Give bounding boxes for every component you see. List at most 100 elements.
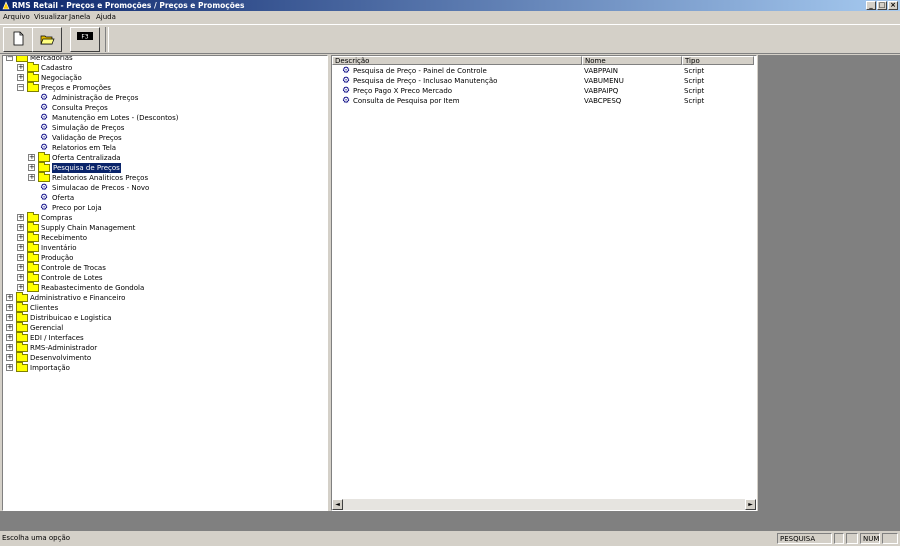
tree-item[interactable]: − Mercadorias (3, 56, 323, 63)
tree-item-label: Oferta (52, 194, 75, 202)
script-icon: ⚙ (342, 76, 351, 86)
collapse-icon[interactable]: − (17, 84, 24, 91)
column-header-nome[interactable]: Nome (582, 56, 682, 65)
f3-button[interactable]: F3 (70, 27, 100, 52)
toolbar: F3 (0, 24, 900, 54)
tree-item[interactable]: + Pesquisa de Preços (3, 162, 323, 173)
folder-icon (27, 242, 39, 252)
tree-item[interactable]: + Reabastecimento de Gondola (3, 282, 323, 293)
list-row[interactable]: ⚙ Preço Pago X Preco Mercado VABPAIPQ Scrip… (332, 86, 752, 96)
program-icon: ⚙ (39, 93, 49, 103)
expand-icon[interactable]: + (6, 314, 13, 321)
tree-item[interactable]: + Gerencial (3, 322, 323, 333)
column-header-tipo[interactable]: Tipo (682, 56, 754, 65)
expand-icon[interactable]: + (17, 234, 24, 241)
tree-item[interactable]: + Compras (3, 212, 323, 223)
scroll-right-button[interactable]: ► (745, 499, 756, 510)
tree-item[interactable]: + Oferta Centralizada (3, 152, 323, 163)
app-icon (2, 1, 10, 10)
status-panel-empty-3 (882, 533, 898, 544)
tree-item[interactable]: ⚙ Relatorios em Tela (3, 143, 323, 153)
tree-item[interactable]: ⚙ Oferta (3, 193, 323, 203)
tree-item[interactable]: ⚙ Administração de Preços (3, 93, 323, 103)
minimize-button[interactable]: _ (866, 1, 876, 10)
expand-icon[interactable]: + (17, 214, 24, 221)
navigation-tree[interactable]: − Mercadorias + Cadastro + Negociação − Preços … (2, 55, 328, 511)
expand-icon[interactable]: + (6, 334, 13, 341)
menu-visualizar[interactable]: Visualizar (34, 11, 68, 23)
expand-icon[interactable]: + (17, 74, 24, 81)
tree-item[interactable]: + RMS-Administrador (3, 342, 323, 353)
tree-item[interactable]: + Clientes (3, 302, 323, 313)
expand-icon[interactable]: + (28, 164, 35, 171)
scroll-left-button[interactable]: ◄ (332, 499, 343, 510)
tree-item[interactable]: + EDI / Interfaces (3, 332, 323, 343)
list-row[interactable]: ⚙ Pesquisa de Preço - Painel de Controle V… (332, 66, 752, 76)
menu-ajuda[interactable]: Ajuda (96, 11, 116, 23)
tree-item[interactable]: + Inventário (3, 242, 323, 253)
list-row[interactable]: ⚙ Consulta de Pesquisa por Item VABCPESQ Sc… (332, 96, 752, 106)
cell-tipo: Script (684, 77, 705, 85)
tree-item-label: Inventário (41, 244, 77, 252)
tree-item[interactable]: + Controle de Lotes (3, 272, 323, 283)
tree-item[interactable]: + Supply Chain Management (3, 222, 323, 233)
expand-icon[interactable]: + (17, 274, 24, 281)
status-mode: PESQUISA (777, 533, 832, 544)
tree-item-label: Recebimento (41, 234, 87, 242)
menu-arquivo[interactable]: Arquivo (3, 11, 30, 23)
program-icon: ⚙ (39, 133, 49, 143)
status-message: Escolha uma opção (2, 534, 71, 542)
new-button[interactable] (3, 27, 33, 52)
program-icon: ⚙ (39, 203, 49, 213)
tree-item[interactable]: − Preços e Promoções (3, 82, 323, 93)
list-row[interactable]: ⚙ Pesquisa de Preço - Inclusao Manutenção… (332, 76, 752, 86)
expand-icon[interactable]: + (6, 294, 13, 301)
tree-item[interactable]: + Negociação (3, 72, 323, 83)
expand-icon[interactable]: + (6, 324, 13, 331)
empty-workspace (758, 55, 900, 511)
tree-item[interactable]: + Importação (3, 362, 323, 373)
column-header-descricao[interactable]: Descrição (332, 56, 582, 65)
collapse-icon[interactable]: − (6, 56, 13, 61)
cell-tipo: Script (684, 67, 705, 75)
expand-icon[interactable]: + (17, 254, 24, 261)
expand-icon[interactable]: + (6, 364, 13, 371)
expand-icon[interactable]: + (17, 284, 24, 291)
program-list[interactable]: Descrição Nome Tipo ⚙ Pesquisa de Preço -… (331, 55, 757, 511)
status-panel-empty-2 (846, 533, 858, 544)
menu-janela[interactable]: Janela (69, 11, 90, 23)
tree-item-label: Preços e Promoções (41, 84, 111, 92)
tree-item[interactable]: ⚙ Manutenção em Lotes - (Descontos) (3, 113, 323, 123)
tree-item[interactable]: + Cadastro (3, 62, 323, 73)
open-button[interactable] (32, 27, 62, 52)
expand-icon[interactable]: + (6, 354, 13, 361)
tree-item[interactable]: + Recebimento (3, 232, 323, 243)
tree-item[interactable]: ⚙ Consulta Preços (3, 103, 323, 113)
expand-icon[interactable]: + (28, 174, 35, 181)
expand-icon[interactable]: + (6, 344, 13, 351)
tree-item[interactable]: + Controle de Trocas (3, 262, 323, 273)
tree-item[interactable]: ⚙ Validação de Preços (3, 133, 323, 143)
tree-item[interactable]: ⚙ Preco por Loja (3, 203, 323, 213)
tree-item[interactable]: + Relatorios Analiticos Preços (3, 172, 323, 183)
expand-icon[interactable]: + (17, 64, 24, 71)
expand-icon[interactable]: + (17, 264, 24, 271)
horizontal-scrollbar[interactable]: ◄ ► (332, 499, 756, 510)
expand-icon[interactable]: + (28, 154, 35, 161)
tree-item-label: Simulacao de Precos - Novo (52, 184, 150, 192)
tree-item[interactable]: ⚙ Simulacao de Precos - Novo (3, 183, 323, 193)
maximize-button[interactable]: □ (877, 1, 887, 10)
expand-icon[interactable]: + (17, 244, 24, 251)
tree-item[interactable]: + Desenvolvimento (3, 352, 323, 363)
tree-item[interactable]: + Produção (3, 252, 323, 263)
tree-item[interactable]: ⚙ Simulação de Preços (3, 123, 323, 133)
tree-item[interactable]: + Administrativo e Financeiro (3, 292, 323, 303)
folder-icon (27, 262, 39, 272)
cell-descricao: Preço Pago X Preco Mercado (353, 87, 453, 95)
expand-icon[interactable]: + (17, 224, 24, 231)
svg-text:F3: F3 (81, 34, 88, 41)
expand-icon[interactable]: + (6, 304, 13, 311)
tree-item[interactable]: + Distribuicao e Logistica (3, 312, 323, 323)
close-button[interactable]: × (888, 1, 898, 10)
script-icon: ⚙ (342, 96, 351, 106)
